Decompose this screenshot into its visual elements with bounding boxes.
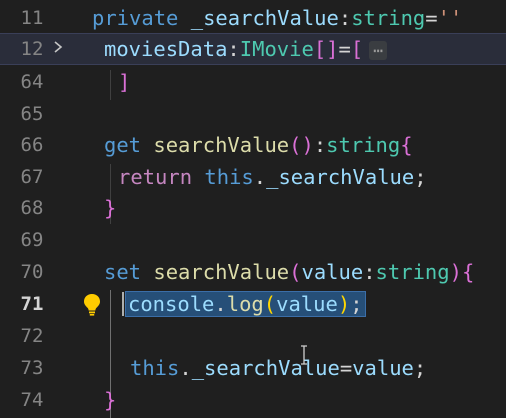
line-number: 65 [20,102,44,125]
code-line[interactable]: 73 this._searchValue=value; [0,352,506,384]
code-text: get searchValue():string{ [104,132,413,157]
code-line[interactable]: 65 [0,98,506,130]
code-line-active[interactable]: 71 console.log(value); [0,288,506,320]
line-number: 74 [20,388,44,411]
code-line[interactable]: 70 set searchValue(value:string){ [0,256,506,288]
collapsed-code-indicator[interactable]: ⋯ [369,40,387,60]
code-text: return this._searchValue; [118,164,427,189]
code-text: } [104,195,117,220]
line-number: 70 [20,260,44,283]
selected-code-text[interactable]: console.log(value); [125,290,366,317]
code-text: moviesData:IMovie[]=[⋯ [104,37,387,61]
line-number: 72 [20,324,44,347]
code-line[interactable]: 74 } [0,384,506,416]
code-text: } [104,387,117,412]
code-line[interactable]: 66 get searchValue():string{ [0,129,506,161]
code-line[interactable]: 72 [0,320,506,352]
line-number: 67 [20,165,44,188]
code-text: ] [118,69,131,94]
line-number: 69 [20,228,44,251]
line-number: 68 [20,196,44,219]
code-line[interactable]: 11 private _searchValue:string='' [0,2,506,34]
line-number: 71 [20,292,44,315]
code-line[interactable]: 68 } [0,192,506,224]
code-line[interactable]: 64 ] [0,66,506,98]
text-cursor [122,292,124,316]
code-text: set searchValue(value:string){ [104,259,475,284]
line-number: 66 [20,133,44,156]
line-number: 11 [20,6,44,29]
code-line-folded[interactable]: 12 moviesData:IMovie[]=[⋯ [0,33,506,65]
ibeam-cursor-icon [300,345,308,365]
code-line[interactable]: 69 [0,224,506,256]
line-number: 73 [20,356,44,379]
lightbulb-icon[interactable] [81,292,103,316]
code-text: this._searchValue=value; [130,355,427,380]
code-line[interactable]: 67 return this._searchValue; [0,161,506,193]
code-editor[interactable]: 11 private _searchValue:string='' 12 mov… [0,0,506,418]
chevron-right-icon[interactable] [52,39,64,58]
code-text: private _searchValue:string='' [92,5,463,30]
line-number: 64 [20,70,44,93]
